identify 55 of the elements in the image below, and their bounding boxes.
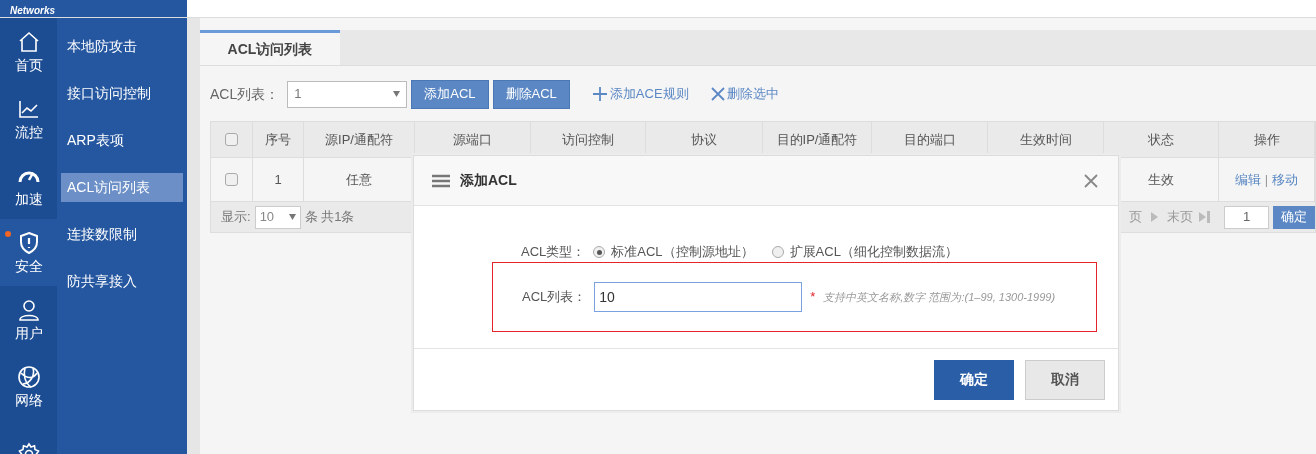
table-cell-text: 1 [274,170,282,189]
action-link[interactable]: 移动 [1272,169,1299,190]
go-button[interactable]: 确定 [1273,205,1315,229]
toolbar-button[interactable]: 删除ACL [492,79,570,109]
plus-icon [591,86,608,102]
nav-item[interactable]: 安全 [0,219,57,286]
user-icon [16,297,41,322]
acl-type-label: ACL类型： [521,243,586,262]
toolbar-link[interactable]: 删除选中 [710,84,779,104]
caret-icon [393,91,401,97]
nav-item[interactable]: 用户 [0,286,57,353]
submenu-item[interactable]: 本地防攻击 [61,32,183,61]
menu-icon [432,173,450,188]
acl-list-label: ACL列表： [210,84,280,104]
close-button[interactable] [1082,171,1100,190]
checkbox[interactable] [225,133,238,146]
caret-icon [288,214,296,220]
close-icon [710,87,725,101]
nav-item[interactable]: 网络 [0,353,57,420]
acl-select[interactable]: 1 [287,80,408,108]
nav-item[interactable]: 首页 [0,18,57,85]
radio-button[interactable] [771,246,784,258]
toolbar-button[interactable]: 添加ACL [411,79,489,109]
acl-list-label: ACL列表： [522,288,587,307]
show-label: 显示: [221,208,251,227]
table-cell-text: 任意 [346,170,372,189]
hint-text: 支持中英文名称,数字 范围为:(1–99, 1300-1999) [823,289,1056,305]
record-summary: 条 共1条 [304,208,355,227]
action-separator: | [1264,170,1269,189]
required-mark: * [810,288,816,307]
checkbox[interactable] [225,173,238,186]
last-page-icon [1199,211,1210,223]
table-cell-text: 生效 [1148,170,1174,189]
radio-option[interactable]: 标准ACL（控制源地址） [593,242,754,262]
nav-item[interactable]: 流控 [0,85,57,152]
radio-option[interactable]: 扩展ACL（细化控制数据流） [771,242,958,262]
submenu-item[interactable]: 连接数限制 [61,220,183,249]
submenu-item[interactable]: ARP表项 [61,126,183,155]
globe-icon [16,364,41,389]
submenu-item[interactable]: 防共享接入 [61,267,183,296]
next-icon [1151,212,1158,222]
logo-text: Networks [10,5,55,17]
page-input[interactable]: 1 [1224,205,1269,229]
close-icon [1084,173,1098,188]
toolbar-link[interactable]: 添加ACE规则 [591,84,689,104]
dialog-title: 添加ACL [460,171,517,190]
acl-list-input[interactable]: 10 [594,282,803,312]
page-size-select[interactable]: 10 [254,205,301,229]
nav-item[interactable]: 加速 [0,152,57,219]
dialog-button[interactable]: 取消 [1025,359,1105,400]
tab[interactable]: ACL访问列表 [200,30,340,65]
submenu-item[interactable]: 接口访问控制 [61,79,183,108]
radio-button[interactable] [593,246,606,258]
action-link[interactable]: 编辑 [1234,169,1261,190]
dialog-button[interactable]: 确定 [934,359,1014,400]
